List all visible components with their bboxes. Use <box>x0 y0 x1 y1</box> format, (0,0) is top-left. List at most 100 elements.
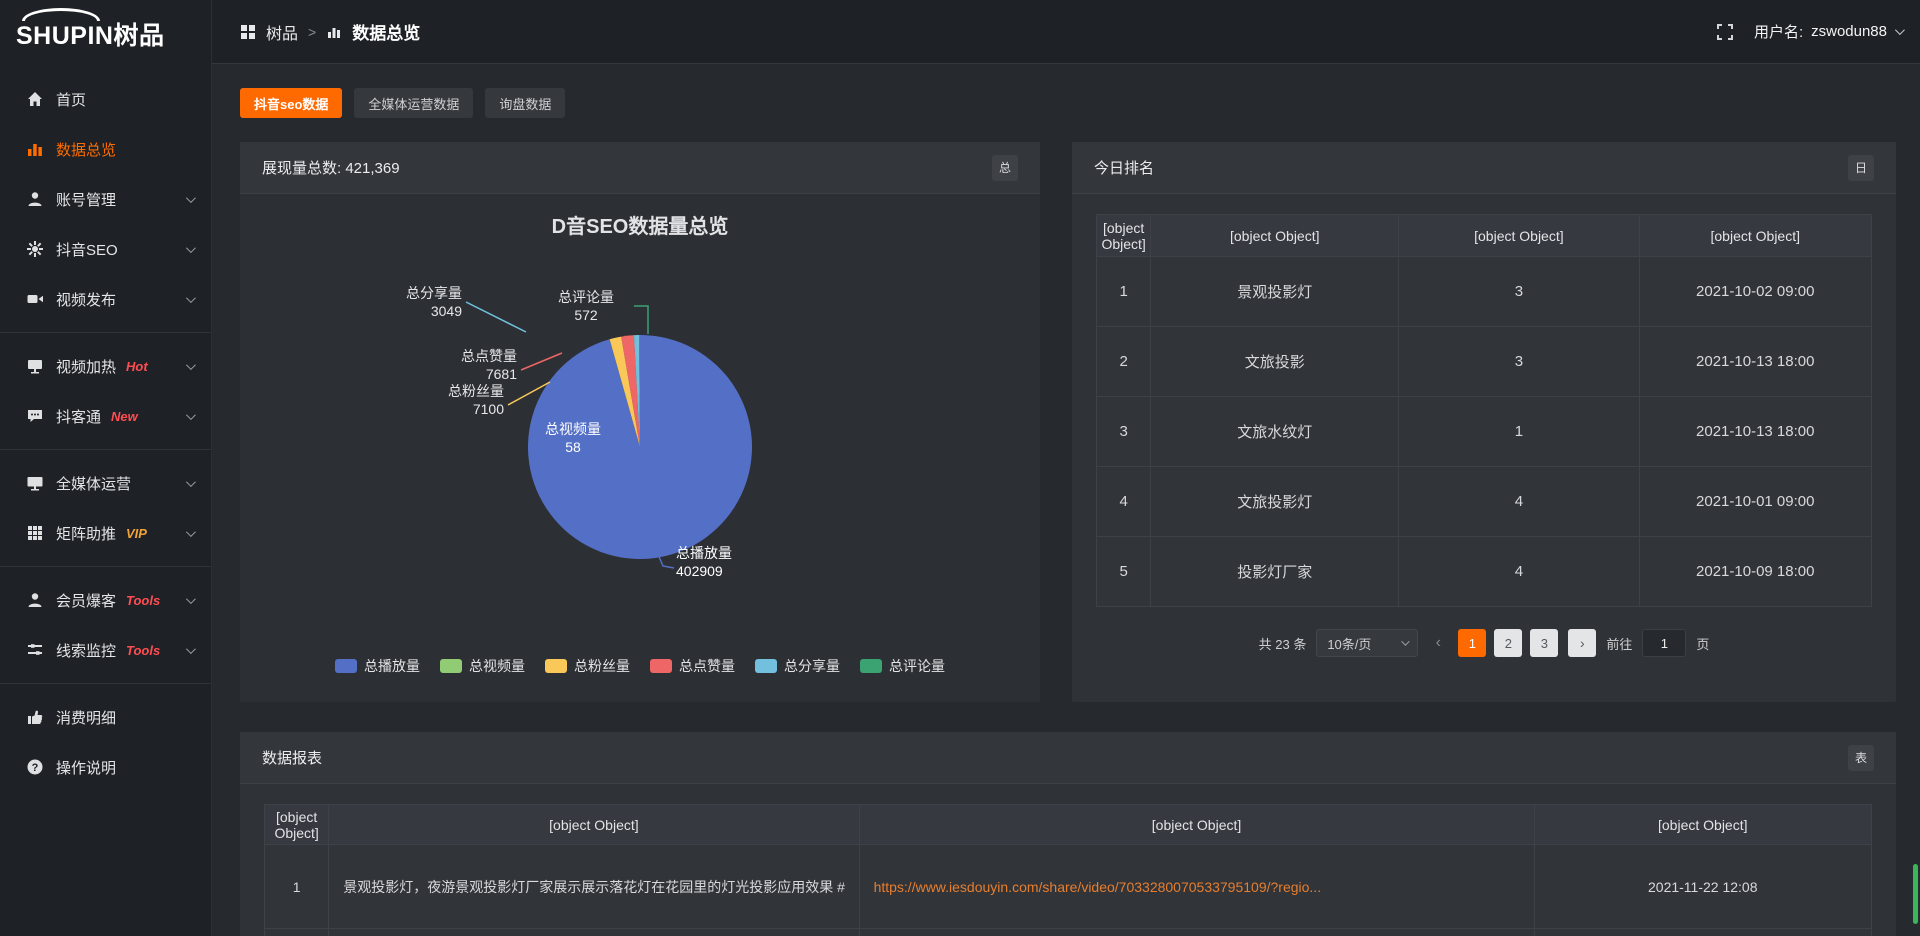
cell-keyword: 文旅投影灯 <box>1151 467 1399 537</box>
breadcrumb: 树品 > 数据总览 <box>240 19 420 44</box>
sidebar-item-label: 视频发布 <box>56 289 116 310</box>
chart-legend: 总播放量 总视频量 总粉丝量 <box>240 656 1040 676</box>
chevron-down-icon <box>1401 637 1409 645</box>
sidebar-item-member[interactable]: 会员爆客 Tools <box>0 575 211 625</box>
home-icon <box>26 90 44 108</box>
sidebar-item-account[interactable]: 账号管理 <box>0 174 211 224</box>
sidebar-item-data-overview[interactable]: 数据总览 <box>0 124 211 174</box>
legend-item[interactable]: 总粉丝量 <box>545 656 630 676</box>
legend-swatch <box>335 659 357 673</box>
column-header: [object Object] <box>265 805 329 845</box>
table-toggle-button[interactable]: 表 <box>1848 745 1874 771</box>
video-link[interactable]: https://www.iesdouyin.com/share/video/70… <box>874 879 1322 895</box>
report-table: [object Object][object Object][object Ob… <box>264 804 1872 936</box>
table-row: 2 文旅投影 3 2021-10-13 18:00 <box>1097 327 1872 397</box>
sidebar-item-label: 抖音SEO <box>56 239 118 260</box>
pie-label-videos: 总视频量 58 <box>528 420 618 456</box>
cell-created: 2021-10-09 18:00 <box>1639 537 1872 607</box>
logo-arc <box>22 8 100 21</box>
goto-page-input[interactable] <box>1642 629 1686 657</box>
rank-table: [object Object][object Object][object Ob… <box>1096 214 1872 607</box>
sidebar-group: 视频加热 Hot 抖客通 New <box>0 332 211 441</box>
legend-item[interactable]: 总视频量 <box>440 656 525 676</box>
topbar: 树品 > 数据总览 用户名: zswodun88 <box>212 0 1920 64</box>
cell-index: 1 <box>1097 257 1151 327</box>
bar-chart-icon <box>326 24 342 40</box>
cell-keyword: 文旅投影 <box>1151 327 1399 397</box>
legend-label: 总点赞量 <box>679 656 735 676</box>
legend-swatch <box>860 659 882 673</box>
status-badge: VIP <box>126 526 147 541</box>
sidebar-item-video-heat[interactable]: 视频加热 Hot <box>0 341 211 391</box>
day-toggle-button[interactable]: 日 <box>1848 155 1874 181</box>
chevron-down-icon <box>186 527 196 537</box>
sidebar-item-douketong[interactable]: 抖客通 New <box>0 391 211 441</box>
tab-inquiry-data[interactable]: 询盘数据 <box>485 88 565 118</box>
chevron-down-icon <box>186 477 196 487</box>
chevron-down-icon <box>186 594 196 604</box>
sidebar-item-consumption[interactable]: 消费明细 <box>0 692 211 742</box>
legend-swatch <box>440 659 462 673</box>
bar-chart-icon <box>26 140 44 158</box>
cell-rank: 4 <box>1399 467 1639 537</box>
legend-item[interactable]: 总播放量 <box>335 656 420 676</box>
pie-label-name: 总点赞量 <box>415 347 517 365</box>
pie-label-fans: 总粉丝量 7100 <box>402 382 504 418</box>
chevron-down-icon <box>186 644 196 654</box>
cell-title: 景观投影灯，夜游景观投影灯厂家展示展示落花灯在花园里的灯光投影应用效果 # <box>329 845 859 929</box>
goto-label: 前往 <box>1606 634 1632 653</box>
logo-cn: 树品 <box>113 22 164 50</box>
chevron-down-icon <box>186 410 196 420</box>
page-button[interactable]: 2 <box>1494 629 1522 657</box>
legend-item[interactable]: 总分享量 <box>755 656 840 676</box>
chevron-down-icon <box>186 293 196 303</box>
heat-icon <box>26 357 44 375</box>
pie-label-value: 7100 <box>402 400 504 418</box>
panel-title: 今日排名 <box>1094 157 1154 178</box>
grid-icon <box>26 524 44 542</box>
table-row: 3 文旅水纹灯 1 2021-10-13 18:00 <box>1097 397 1872 467</box>
legend-item[interactable]: 总点赞量 <box>650 656 735 676</box>
sidebar-item-leads-monitor[interactable]: 线索监控 Tools <box>0 625 211 675</box>
app-logo: SHUPIN树品 <box>0 0 211 64</box>
pagination-total: 共 23 条 <box>1259 634 1307 653</box>
scrollbar-thumb[interactable] <box>1913 864 1918 924</box>
legend-label: 总评论量 <box>889 656 945 676</box>
sidebar-item-home[interactable]: 首页 <box>0 74 211 124</box>
table-header-row: [object Object][object Object][object Ob… <box>1097 215 1872 257</box>
chevron-down-icon <box>186 193 196 203</box>
sidebar-group: 首页 数据总览 <box>0 74 211 324</box>
sidebar-item-douyin-seo[interactable]: 抖音SEO <box>0 224 211 274</box>
page-size-select[interactable]: 10条/页 <box>1316 629 1418 657</box>
sidebar-item-manual[interactable]: ? 操作说明 <box>0 742 211 792</box>
topbar-right: 用户名: zswodun88 <box>1716 21 1902 42</box>
table-row: 4 文旅投影灯 4 2021-10-01 09:00 <box>1097 467 1872 537</box>
monitor-icon <box>26 474 44 492</box>
cell-created: 2021-10-13 18:00 <box>1639 327 1872 397</box>
sidebar-item-matrix-boost[interactable]: 矩阵助推 VIP <box>0 508 211 558</box>
status-badge: Tools <box>126 593 160 608</box>
next-page-button[interactable]: › <box>1568 629 1596 657</box>
tab-media-ops-data[interactable]: 全媒体运营数据 <box>354 88 473 118</box>
sidebar-item-label: 账号管理 <box>56 189 116 210</box>
cell-rank: 4 <box>1399 537 1639 607</box>
breadcrumb-root[interactable]: 树品 <box>266 20 298 44</box>
summary-toggle-button[interactable]: 总 <box>992 155 1018 181</box>
page-button[interactable]: 1 <box>1458 629 1486 657</box>
tab-douyin-seo-data[interactable]: 抖音seo数据 <box>240 88 342 118</box>
user-label: 用户名: <box>1754 21 1803 42</box>
user-icon <box>26 190 44 208</box>
status-badge: Tools <box>126 643 160 658</box>
sidebar-item-media-ops[interactable]: 全媒体运营 <box>0 458 211 508</box>
pagination: 共 23 条 10条/页 ‹ 123 › 前往 页 <box>1096 629 1872 657</box>
user-menu[interactable]: 用户名: zswodun88 <box>1754 21 1902 42</box>
status-badge: New <box>111 409 138 424</box>
cell-created: 2021-10-02 09:00 <box>1639 257 1872 327</box>
prev-page-button[interactable]: ‹ <box>1428 634 1448 652</box>
pie-label-name: 总播放量 <box>676 544 786 562</box>
fullscreen-icon[interactable] <box>1716 23 1734 41</box>
sidebar-item-video-publish[interactable]: 视频发布 <box>0 274 211 324</box>
gear-icon <box>26 240 44 258</box>
legend-item[interactable]: 总评论量 <box>860 656 945 676</box>
page-button[interactable]: 3 <box>1530 629 1558 657</box>
